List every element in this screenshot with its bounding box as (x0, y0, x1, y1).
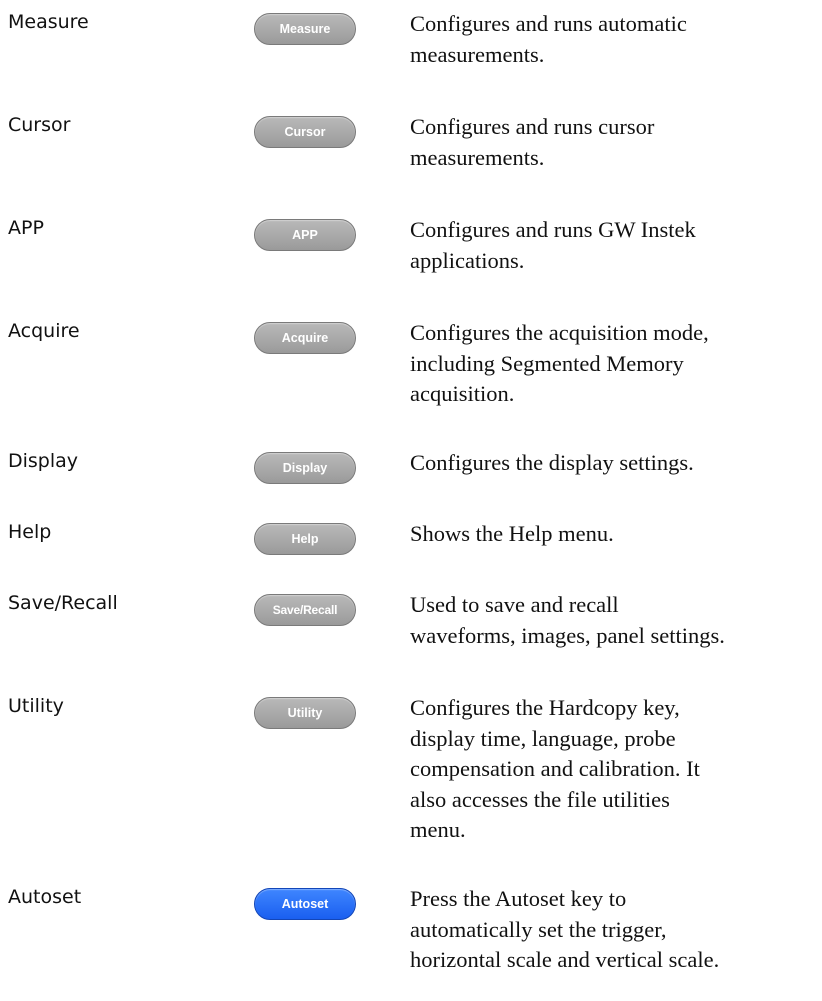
key-description: Configures the acquisition mode, includi… (410, 318, 820, 410)
description-line: including Segmented Memory (410, 350, 684, 376)
key-description: Press the Autoset key to automatically s… (410, 884, 820, 976)
measure-button[interactable]: Measure (254, 13, 356, 45)
description-line: Configures and runs GW Instek (410, 217, 696, 242)
key-description: Shows the Help menu. (410, 519, 820, 550)
description-line: Configures the display settings. (410, 450, 694, 475)
description-line: applications. (410, 247, 525, 273)
description-line: also accesses the file utilities (410, 786, 670, 812)
save-recall-button[interactable]: Save/Recall (254, 594, 356, 626)
description-line: Configures the acquisition mode, (410, 320, 709, 345)
description-line: horizontal scale and vertical scale. (410, 947, 720, 972)
display-button[interactable]: Display (254, 452, 356, 484)
acquire-button[interactable]: Acquire (254, 322, 356, 354)
key-name: Save/Recall (8, 592, 118, 614)
description-line: menu. (410, 817, 466, 842)
key-name: Autoset (8, 886, 82, 908)
key-name: Utility (8, 695, 64, 717)
description-line: Configures the Hardcopy key, (410, 695, 680, 720)
key-description: Configures the display settings. (410, 448, 820, 479)
utility-button[interactable]: Utility (254, 697, 356, 729)
description-line: automatically set the trigger, (410, 916, 667, 942)
key-name: Cursor (8, 114, 71, 136)
cursor-button[interactable]: Cursor (254, 116, 356, 148)
key-description: Used to save and recall waveforms, image… (410, 590, 820, 651)
description-line: Press the Autoset key to (410, 886, 627, 911)
app-button[interactable]: APP (254, 219, 356, 251)
description-line: Shows the Help menu. (410, 521, 614, 546)
description-line: compensation and calibration. It (410, 756, 700, 781)
key-description: Configures and runs GW Instek applicatio… (410, 215, 820, 276)
description-line: acquisition. (410, 381, 515, 406)
key-description: Configures and runs cursor measurements. (410, 112, 820, 173)
key-name: Acquire (8, 320, 80, 342)
key-description: Configures the Hardcopy key, display tim… (410, 693, 820, 846)
description-line: measurements. (410, 144, 545, 170)
key-name: APP (8, 217, 44, 239)
autoset-button[interactable]: Autoset (254, 888, 356, 920)
help-button[interactable]: Help (254, 523, 356, 555)
key-name: Help (8, 521, 52, 543)
description-line: waveforms, images, panel settings. (410, 622, 725, 648)
key-description: Configures and runs automatic measuremen… (410, 9, 820, 70)
description-line: Used to save and recall (410, 592, 619, 617)
key-name: Display (8, 450, 79, 472)
description-line: Configures and runs cursor (410, 114, 655, 139)
description-line: display time, language, probe (410, 725, 676, 751)
description-line: Configures and runs automatic (410, 11, 687, 36)
key-name: Measure (8, 11, 89, 33)
description-line: measurements. (410, 41, 545, 67)
